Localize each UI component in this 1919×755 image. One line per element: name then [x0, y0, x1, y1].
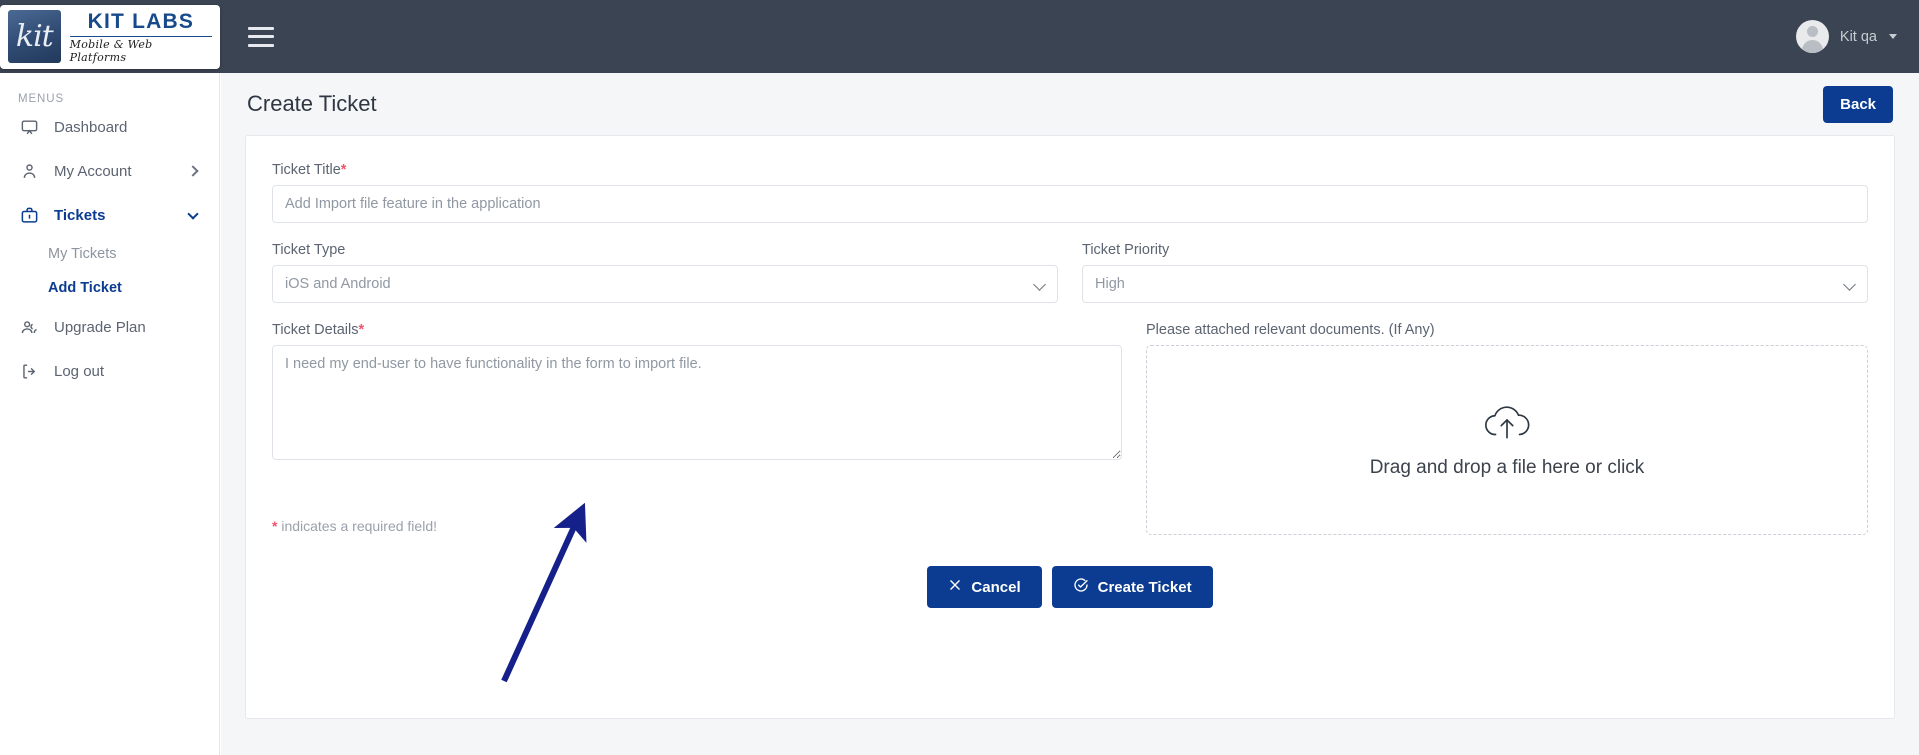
cloud-upload-icon	[1482, 402, 1532, 447]
user-avatar-icon	[1795, 20, 1829, 53]
page-title: Create Ticket	[247, 91, 377, 116]
field-ticket-title: Ticket Title*	[272, 162, 1868, 223]
ticket-type-label: Ticket Type	[272, 242, 346, 258]
attachments-label: Please attached relevant documents. (If …	[1146, 322, 1435, 338]
sidebar-item-label: My Account	[54, 162, 132, 180]
check-circle-icon	[1073, 577, 1089, 597]
ticket-type-select[interactable]: iOS and Android	[272, 265, 1058, 303]
logo-subtitle: Mobile & Web Platforms	[69, 37, 153, 64]
ticket-priority-select[interactable]: High	[1082, 265, 1868, 303]
logout-icon	[18, 360, 40, 382]
page-header: Create Ticket Back	[221, 73, 1919, 135]
field-ticket-type: Ticket Type iOS and Android	[272, 242, 1058, 303]
sidebar-section-label: MENUS	[18, 93, 65, 105]
field-ticket-details: Ticket Details*	[272, 322, 1122, 535]
close-x-icon	[948, 578, 962, 596]
details-upload-row: Ticket Details* Please attached relevant…	[272, 322, 1868, 535]
brand-logo[interactable]: kit KIT LABS Mobile & Web Platforms	[0, 0, 220, 73]
sidebar-subitem-label: My Tickets	[48, 246, 117, 262]
ticket-details-label-text: Ticket Details	[272, 322, 359, 338]
users-icon	[18, 316, 40, 338]
sidebar-subitem-label: Add Ticket	[48, 280, 122, 296]
hamburger-bar	[248, 43, 274, 47]
sidebar-item-label: Upgrade Plan	[54, 318, 146, 336]
logo-mark-icon: kit	[8, 10, 61, 63]
sidebar-item-label: Dashboard	[54, 118, 128, 136]
create-ticket-button-label: Create Ticket	[1097, 578, 1192, 596]
create-ticket-form-card: Ticket Title* Ticket Type iOS and Androi…	[245, 135, 1895, 719]
dropzone-text: Drag and drop a file here or click	[1369, 456, 1645, 478]
sidebar: MENUS Dashboard My Account Tickets My Ti…	[0, 73, 220, 755]
form-actions: Cancel Create Ticket	[246, 566, 1894, 608]
sidebar-item-upgrade-plan[interactable]: Upgrade Plan	[0, 305, 219, 349]
field-attachments: Please attached relevant documents. (If …	[1146, 322, 1868, 535]
ticket-details-textarea[interactable]	[272, 345, 1122, 460]
sidebar-item-add-ticket[interactable]: Add Ticket	[0, 271, 219, 305]
ticket-priority-label: Ticket Priority	[1082, 242, 1170, 258]
back-button[interactable]: Back	[1823, 85, 1893, 123]
logo-wordmark: KIT LABS Mobile & Web Platforms	[69, 9, 212, 64]
ticket-type-select-wrap: iOS and Android	[272, 265, 1058, 303]
sidebar-item-label: Log out	[54, 362, 105, 380]
sidebar-item-my-tickets[interactable]: My Tickets	[0, 237, 219, 271]
sidebar-item-tickets[interactable]: Tickets	[0, 193, 219, 237]
ticket-details-label: Ticket Details*	[272, 322, 1122, 338]
chevron-down-icon	[1889, 34, 1897, 39]
briefcase-icon	[18, 204, 40, 226]
sidebar-item-dashboard[interactable]: Dashboard	[0, 105, 219, 149]
logo-title: KIT LABS	[87, 9, 195, 33]
hamburger-bar	[248, 35, 274, 38]
logo-divider	[69, 35, 212, 37]
user-menu[interactable]: Kit qa	[1795, 0, 1897, 73]
sidebar-item-label: Tickets	[54, 206, 106, 224]
required-field-note: * indicates a required field!	[272, 518, 437, 534]
logo-card: kit KIT LABS Mobile & Web Platforms	[0, 4, 220, 69]
hamburger-menu-icon[interactable]	[248, 26, 274, 47]
sidebar-item-log-out[interactable]: Log out	[0, 349, 219, 393]
field-ticket-priority: Ticket Priority High	[1082, 242, 1868, 303]
hamburger-bar	[248, 26, 274, 30]
ticket-title-input[interactable]	[272, 185, 1868, 223]
sidebar-item-my-account[interactable]: My Account	[0, 149, 219, 193]
dashboard-icon	[18, 116, 40, 138]
required-note-text: indicates a required field!	[277, 518, 437, 534]
create-ticket-button[interactable]: Create Ticket	[1051, 566, 1213, 608]
cancel-button[interactable]: Cancel	[927, 566, 1042, 608]
ticket-title-label-text: Ticket Title	[272, 162, 341, 178]
cancel-button-label: Cancel	[971, 578, 1021, 596]
required-asterisk: *	[358, 322, 365, 338]
chevron-right-icon	[187, 165, 199, 177]
top-bar: kit KIT LABS Mobile & Web Platforms Kit …	[0, 0, 1919, 73]
chevron-down-icon	[187, 207, 199, 220]
type-priority-row: Ticket Type iOS and Android Ticket Prior…	[272, 242, 1868, 303]
ticket-title-label: Ticket Title*	[272, 162, 1868, 178]
main-content: Create Ticket Back Ticket Title* Ticket …	[221, 73, 1919, 755]
ticket-priority-select-wrap: High	[1082, 265, 1868, 303]
user-icon	[18, 160, 40, 182]
required-asterisk: *	[340, 162, 347, 178]
user-name: Kit qa	[1839, 28, 1877, 45]
file-dropzone[interactable]: Drag and drop a file here or click	[1146, 345, 1868, 535]
